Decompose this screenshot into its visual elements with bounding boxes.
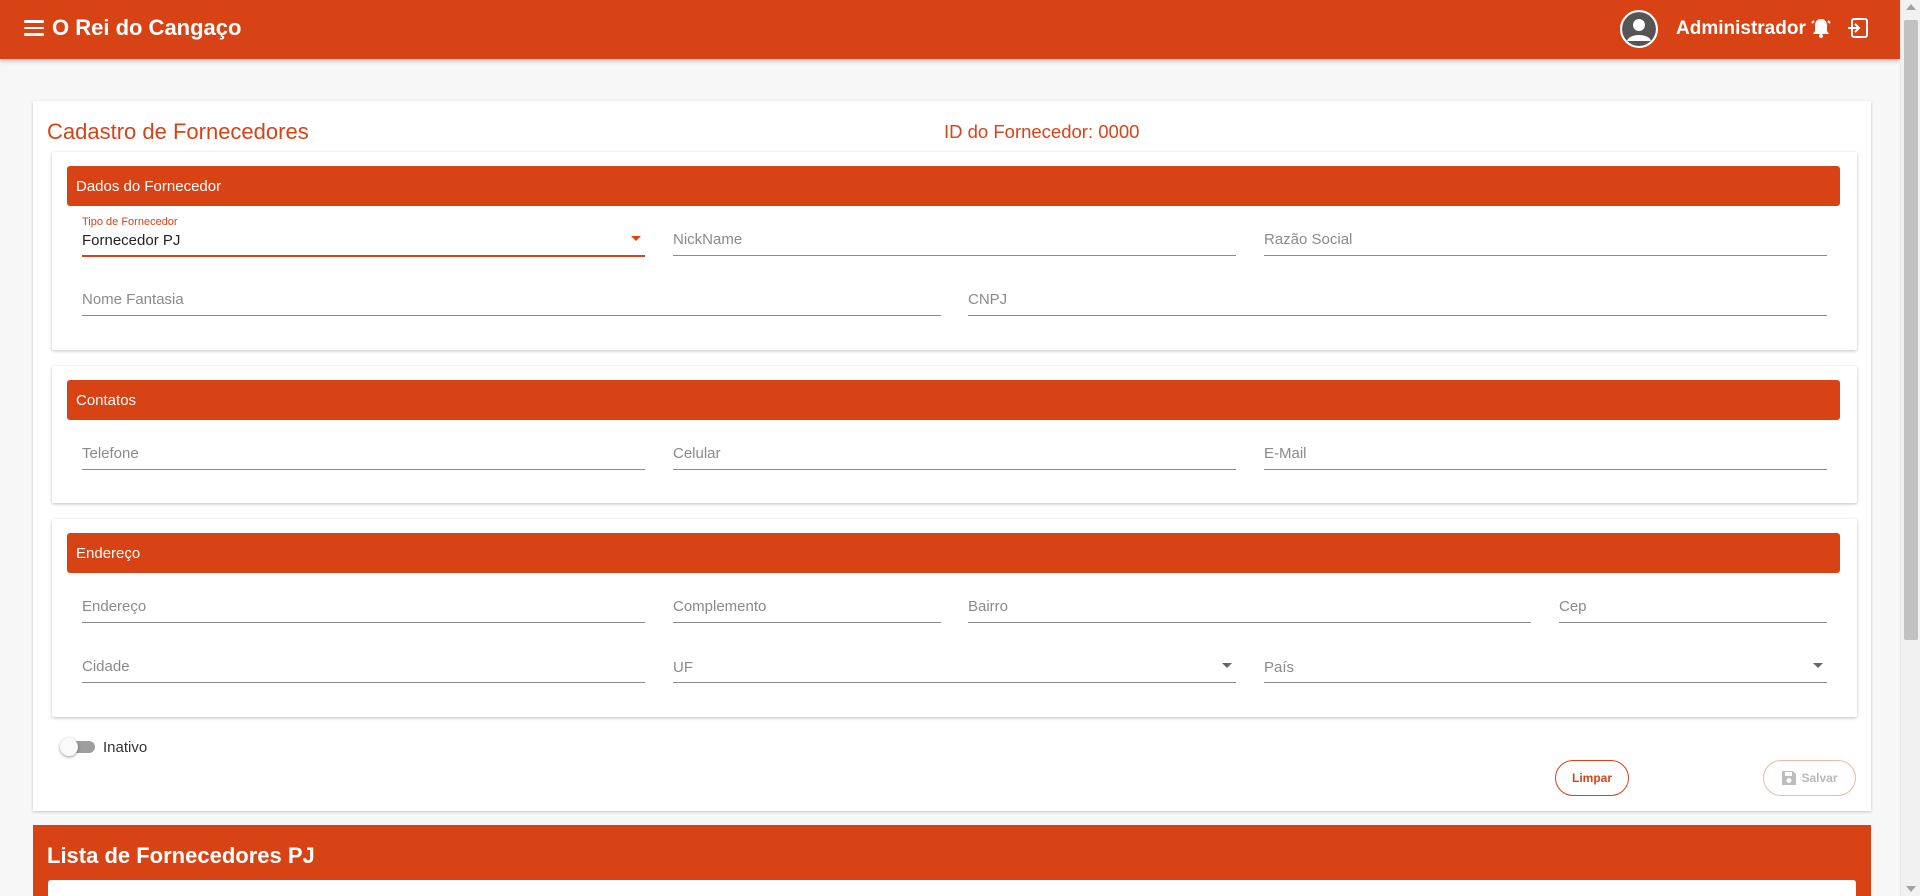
- logout-icon[interactable]: [1846, 17, 1870, 39]
- page-title: Cadastro de Fornecedores: [47, 119, 309, 144]
- cnpj-input[interactable]: [968, 291, 1827, 314]
- scroll-thumb[interactable]: [1904, 20, 1918, 640]
- cep-field[interactable]: [1559, 583, 1827, 623]
- razao-social-field[interactable]: [1264, 216, 1827, 256]
- celular-field[interactable]: [673, 430, 1236, 470]
- bell-icon[interactable]: [1810, 17, 1832, 39]
- user-name[interactable]: Administrador: [1676, 18, 1806, 40]
- section-header: Contatos: [67, 380, 1840, 420]
- dropdown-caret-icon: [1813, 663, 1823, 668]
- telefone-field[interactable]: [82, 430, 645, 470]
- dropdown-caret-icon: [631, 236, 641, 241]
- toggle-thumb: [60, 738, 78, 756]
- complemento-field[interactable]: [673, 583, 941, 623]
- bairro-field[interactable]: [968, 583, 1531, 623]
- razao-social-input[interactable]: [1264, 231, 1827, 254]
- bairro-input[interactable]: [968, 598, 1531, 621]
- avatar[interactable]: [1620, 10, 1658, 48]
- list-title: Lista de Fornecedores PJ: [47, 843, 315, 868]
- scroll-up-icon[interactable]: [1906, 4, 1916, 10]
- nome-fantasia-field[interactable]: [82, 276, 941, 316]
- supplier-id: ID do Fornecedor: 0000: [944, 121, 1140, 142]
- section-header: Dados do Fornecedor: [67, 166, 1840, 206]
- endereco-field[interactable]: [82, 583, 645, 623]
- tipo-fornecedor-select[interactable]: Tipo de Fornecedor Fornecedor PJ: [82, 216, 645, 257]
- email-field[interactable]: [1264, 430, 1827, 470]
- top-app-bar: O Rei do Cangaço Administrador: [0, 0, 1900, 59]
- avatar-icon: [1622, 12, 1656, 46]
- section-header: Endereço: [67, 533, 1840, 573]
- save-button[interactable]: Salvar: [1763, 760, 1856, 796]
- cep-input[interactable]: [1559, 598, 1827, 621]
- field-label: Tipo de Fornecedor: [82, 216, 178, 228]
- clear-button[interactable]: Limpar: [1555, 760, 1629, 796]
- save-button-label: Salvar: [1801, 771, 1838, 785]
- supplier-list-table: [48, 880, 1856, 896]
- nickname-input[interactable]: [673, 231, 1236, 254]
- uf-select[interactable]: UF: [673, 643, 1236, 683]
- app-title: O Rei do Cangaço: [52, 15, 242, 40]
- pais-select[interactable]: País: [1264, 643, 1827, 683]
- uf-placeholder: UF: [673, 659, 693, 676]
- cidade-input[interactable]: [82, 658, 645, 681]
- endereco-input[interactable]: [82, 598, 645, 621]
- save-icon: [1782, 771, 1797, 785]
- nome-fantasia-input[interactable]: [82, 291, 941, 314]
- complemento-input[interactable]: [673, 598, 941, 621]
- pais-placeholder: País: [1264, 659, 1295, 676]
- selected-value: Fornecedor PJ: [82, 232, 181, 249]
- celular-input[interactable]: [673, 445, 1236, 468]
- scroll-down-icon[interactable]: [1906, 886, 1916, 892]
- cidade-field[interactable]: [82, 643, 645, 683]
- active-toggle[interactable]: [60, 738, 96, 756]
- nickname-field[interactable]: [673, 216, 1236, 256]
- email-input[interactable]: [1264, 445, 1827, 468]
- toggle-label: Inativo: [103, 739, 148, 756]
- vertical-scrollbar[interactable]: [1900, 0, 1920, 896]
- dropdown-caret-icon: [1222, 663, 1232, 668]
- menu-icon[interactable]: [24, 20, 44, 38]
- cnpj-field[interactable]: [968, 276, 1827, 316]
- telefone-input[interactable]: [82, 445, 645, 468]
